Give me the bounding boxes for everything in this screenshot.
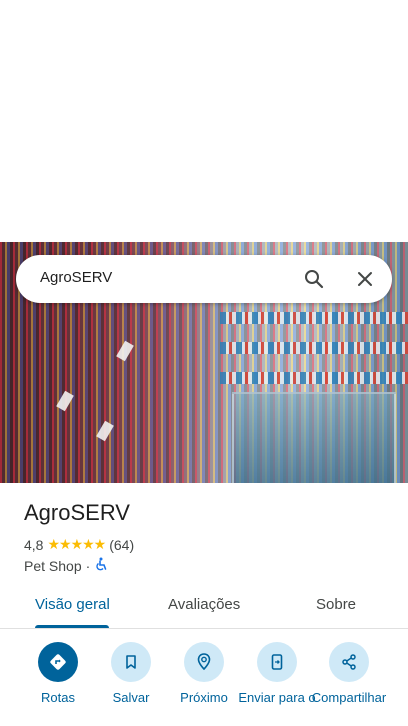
send-to-phone-label: Enviar para o xyxy=(238,690,316,705)
rating-row[interactable]: 4,8 ★★★★★ (64) xyxy=(24,536,134,553)
tab-bar: Visão geral Avaliações Sobre xyxy=(0,584,408,629)
send-to-phone-button[interactable]: Enviar para o xyxy=(237,642,317,705)
tab-reviews[interactable]: Avaliações xyxy=(168,596,240,613)
directions-icon xyxy=(38,642,78,682)
photo-detail xyxy=(220,342,408,354)
review-count: (64) xyxy=(109,536,135,553)
tab-overview[interactable]: Visão geral xyxy=(35,596,110,613)
photo-detail xyxy=(96,420,114,442)
photo-detail xyxy=(116,340,134,362)
rating-value: 4,8 xyxy=(24,536,44,553)
bookmark-icon xyxy=(111,642,151,682)
active-tab-indicator xyxy=(35,625,109,628)
category-row: Pet Shop · xyxy=(24,557,108,574)
photo-detail xyxy=(220,312,408,324)
phone-icon xyxy=(257,642,297,682)
directions-label: Rotas xyxy=(41,690,75,705)
directions-button[interactable]: Rotas xyxy=(18,642,98,705)
search-bar[interactable]: AgroSERV xyxy=(16,255,392,303)
tab-about[interactable]: Sobre xyxy=(316,596,356,613)
search-icon[interactable] xyxy=(302,267,326,291)
save-label: Salvar xyxy=(112,690,150,705)
nearby-icon xyxy=(184,642,224,682)
star-rating-icon: ★★★★★ xyxy=(47,536,106,552)
photo-detail xyxy=(220,372,408,384)
wheelchair-accessible-icon xyxy=(94,557,108,574)
share-icon xyxy=(329,642,369,682)
photo-detail xyxy=(232,392,396,483)
close-icon[interactable] xyxy=(353,267,377,291)
search-input[interactable]: AgroSERV xyxy=(40,269,112,286)
share-button[interactable]: Compartilhar xyxy=(309,642,389,705)
place-title: AgroSERV xyxy=(24,500,130,525)
share-label: Compartilhar xyxy=(311,690,387,705)
photo-detail xyxy=(56,390,74,412)
separator: · xyxy=(85,557,91,574)
category-label: Pet Shop xyxy=(24,557,82,574)
nearby-button[interactable]: Próximo xyxy=(164,642,244,705)
save-button[interactable]: Salvar xyxy=(91,642,171,705)
nearby-label: Próximo xyxy=(180,690,228,705)
